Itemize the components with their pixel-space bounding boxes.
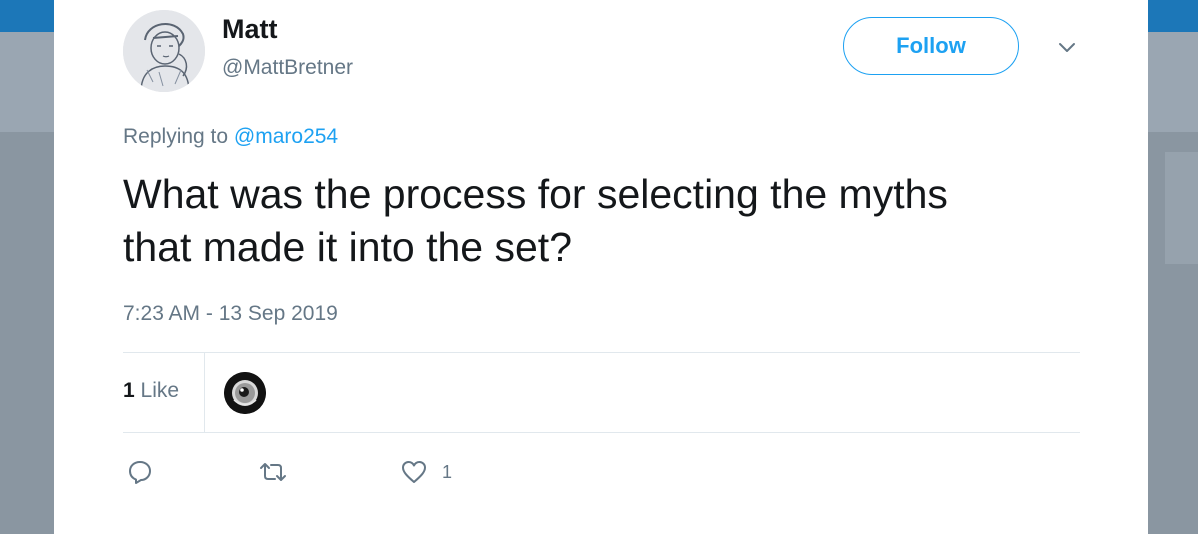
follow-button[interactable]: Follow [843,17,1019,75]
retweet-icon [257,458,289,486]
avatar[interactable] [123,10,205,92]
reply-icon [126,458,154,486]
divider [123,352,1080,353]
likes-stat[interactable]: 1 Like [123,379,179,403]
like-button[interactable]: 1 [400,458,452,486]
user-name[interactable]: Matt [222,14,278,45]
reply-mention-link[interactable]: @maro254 [234,125,338,148]
user-handle[interactable]: @MattBretner [222,56,353,80]
retweet-button[interactable] [257,458,289,486]
reply-button[interactable] [126,458,154,486]
replying-to-label: Replying to [123,125,229,148]
heart-icon [400,458,428,486]
tweet-card: Matt @MattBretner Follow Replying to @ma… [54,0,1148,534]
replying-to-line: Replying to @maro254 [123,125,338,149]
chevron-down-icon[interactable] [1055,37,1079,59]
background-side-panel [1165,152,1198,264]
like-count: 1 [442,461,453,482]
likes-count: 1 [123,379,135,402]
likes-label: Like [140,379,180,402]
tweet-timestamp[interactable]: 7:23 AM - 13 Sep 2019 [123,302,338,326]
liker-avatar[interactable] [224,372,266,414]
divider [123,432,1080,433]
stats-divider [204,353,205,432]
tweet-text: What was the process for selecting the m… [123,171,948,270]
